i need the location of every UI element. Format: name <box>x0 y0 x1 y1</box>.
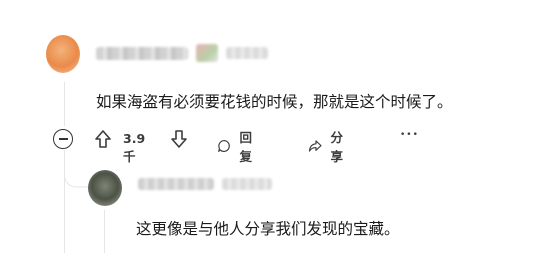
reply-button[interactable]: 回复 <box>217 127 258 165</box>
speech-bubble-icon <box>218 140 230 152</box>
username-redacted[interactable] <box>96 47 188 60</box>
thread-line-reply[interactable] <box>104 210 105 253</box>
minus-circle-icon <box>58 138 68 140</box>
downvote-button[interactable] <box>170 129 188 149</box>
ellipsis-icon: ••• <box>400 130 419 140</box>
reply-username-redacted[interactable] <box>138 178 214 190</box>
avatar[interactable] <box>46 35 80 73</box>
reply-timestamp-redacted <box>222 178 272 190</box>
upvote-button[interactable] <box>94 129 112 149</box>
more-options-button[interactable]: ••• <box>400 130 419 140</box>
arrow-down-icon <box>171 130 187 148</box>
user-flair-redacted <box>196 44 218 62</box>
timestamp-redacted <box>226 47 268 59</box>
share-button[interactable]: 分享 <box>308 127 349 165</box>
collapse-thread-button[interactable] <box>53 129 73 149</box>
comment-body: 如果海盗有必须要花钱的时候，那就是这个时候了。 <box>96 93 453 111</box>
share-arrow-icon <box>308 140 322 152</box>
thread-line-main[interactable] <box>64 82 65 126</box>
reply-body: 这更像是与他人分享我们发现的宝藏。 <box>136 220 400 238</box>
arrow-up-icon <box>95 130 111 148</box>
share-label: 分享 <box>330 130 343 164</box>
reply-label: 回复 <box>239 130 252 164</box>
reply-connector <box>64 150 90 188</box>
vote-count: 3.9千 <box>123 131 146 164</box>
reply-avatar[interactable] <box>88 170 122 206</box>
